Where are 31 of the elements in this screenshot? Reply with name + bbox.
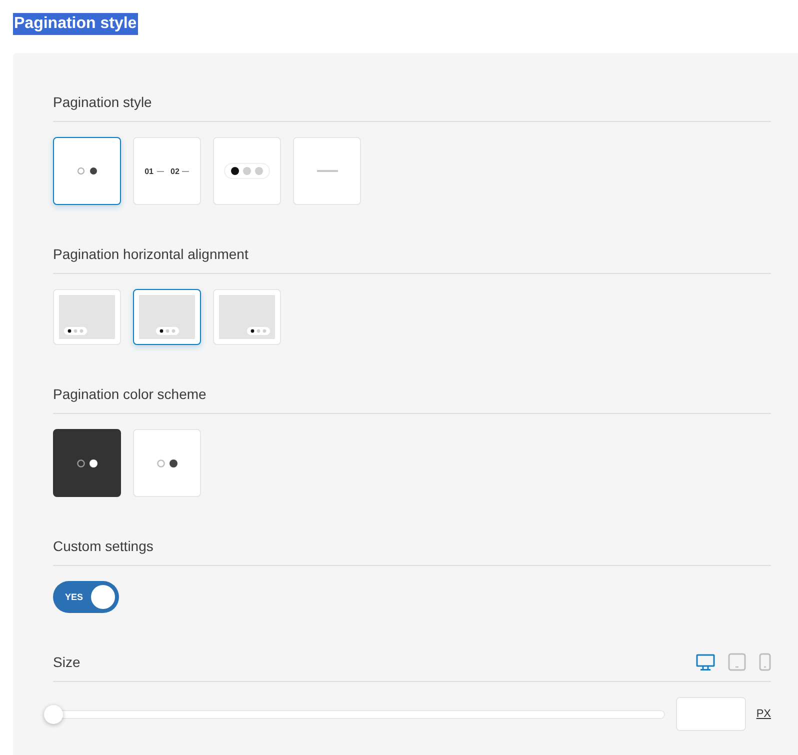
page-number: 02	[170, 166, 180, 176]
dash-icon	[156, 170, 164, 172]
section-heading: Pagination color scheme	[53, 385, 206, 404]
toggle-knob	[91, 585, 115, 609]
alignment-option[interactable]	[133, 289, 201, 345]
section-heading: Size	[53, 653, 80, 672]
dot-indicator-icon	[156, 458, 178, 468]
section-heading: Pagination horizontal alignment	[53, 245, 248, 264]
dot-pill-icon	[156, 327, 178, 335]
style-option[interactable]	[53, 137, 121, 205]
dot-pill-icon	[247, 327, 270, 335]
unit-link[interactable]: PX	[756, 708, 771, 720]
page-number: 01	[144, 166, 154, 176]
section-heading: Pagination style	[53, 93, 152, 112]
size-input[interactable]	[676, 697, 746, 731]
color-scheme-option[interactable]	[53, 429, 121, 497]
monitor-icon[interactable]	[696, 654, 715, 670]
dot-pill-icon	[64, 327, 87, 335]
slider-thumb[interactable]	[44, 704, 63, 724]
dot-pill-icon	[224, 163, 270, 179]
dot-indicator-icon	[77, 167, 97, 175]
dot-indicator-icon	[76, 458, 98, 468]
tablet-icon[interactable]	[728, 653, 746, 671]
style-option[interactable]: 01 02	[133, 137, 201, 205]
line-icon	[316, 170, 338, 172]
page-title: Pagination style	[13, 13, 138, 35]
yes-toggle[interactable]: YES	[53, 581, 119, 613]
section-heading: Custom settings	[53, 537, 154, 556]
dash-icon	[182, 170, 190, 172]
phone-icon[interactable]	[759, 653, 771, 671]
slider-track[interactable]	[44, 704, 666, 724]
